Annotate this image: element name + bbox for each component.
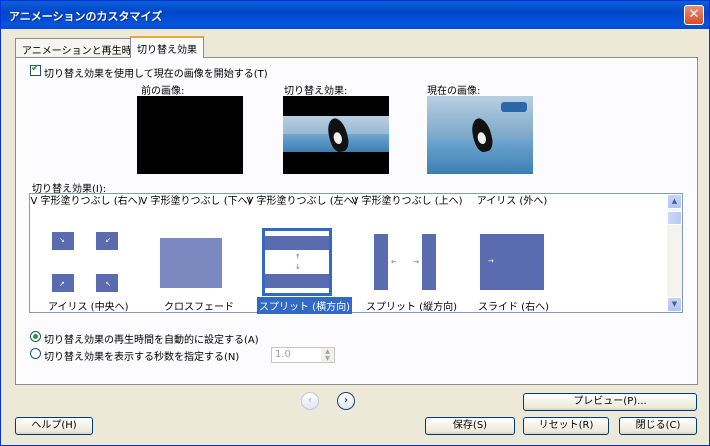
thumb-split-vertical[interactable]: ← → bbox=[372, 232, 438, 292]
current-image-label: 現在の画像: bbox=[427, 86, 481, 97]
help-button[interactable]: ヘルプ(H) bbox=[15, 417, 93, 435]
effect-crossfade-label[interactable]: クロスフェード bbox=[162, 297, 236, 314]
transition-preview-label: 切り替え効果: bbox=[284, 86, 348, 97]
effects-scrollbar[interactable]: ▲ ▼ bbox=[667, 194, 682, 312]
effect-v-fill-up[interactable]: V 字形塗りつぶし (上へ) bbox=[351, 196, 463, 207]
title-bar[interactable]: アニメーションのカスタマイズ ✕ bbox=[1, 1, 709, 29]
save-button[interactable]: 保存(S) bbox=[425, 417, 515, 435]
forward-button[interactable]: › bbox=[337, 392, 355, 410]
seconds-spinbox[interactable]: 1.0 ▲ ▼ bbox=[271, 347, 335, 363]
effect-iris-out[interactable]: アイリス (外へ) bbox=[456, 196, 568, 207]
effect-v-fill-left[interactable]: V 字形塗りつぶし (左へ) bbox=[246, 196, 358, 207]
back-button[interactable]: ‹ bbox=[301, 392, 319, 410]
transition-preview bbox=[283, 96, 389, 174]
tab-transition[interactable]: 切り替え効果 bbox=[130, 36, 204, 58]
scroll-down-button[interactable]: ▼ bbox=[667, 297, 682, 312]
use-transition-label[interactable]: 切り替え効果を使用して現在の画像を開始する(T) bbox=[44, 65, 268, 80]
reset-button[interactable]: リセット(R) bbox=[523, 417, 609, 435]
auto-duration-radio[interactable] bbox=[30, 331, 41, 342]
tab-animation-duration[interactable]: アニメーションと再生時間 bbox=[15, 38, 149, 57]
scroll-up-button[interactable]: ▲ bbox=[667, 194, 682, 209]
window-title: アニメーションのカスタマイズ bbox=[9, 10, 163, 23]
use-transition-checkbox[interactable] bbox=[30, 63, 41, 76]
scroll-thumb[interactable] bbox=[667, 211, 682, 225]
thumb-iris-center[interactable]: ↘ ↙ ↗ ↖ bbox=[52, 232, 118, 292]
close-button[interactable]: 閉じる(C) bbox=[619, 417, 697, 435]
effect-slide-right-label[interactable]: スライド (右へ) bbox=[476, 297, 551, 314]
spin-arrows-icon[interactable]: ▲ ▼ bbox=[321, 348, 334, 362]
thumb-split-horizontal[interactable]: ↑ ↓ bbox=[262, 228, 332, 296]
thumb-slide-right[interactable]: → bbox=[480, 232, 546, 292]
current-image-preview bbox=[427, 96, 533, 174]
effect-split-vertical-label[interactable]: スプリット (縦方向) bbox=[364, 297, 459, 314]
manual-duration-radio[interactable] bbox=[30, 348, 41, 359]
dialog-window: アニメーションのカスタマイズ ✕ アニメーションと再生時間 切り替え効果 切り替… bbox=[0, 0, 710, 446]
previous-image-label: 前の画像: bbox=[141, 86, 185, 97]
previous-image-preview bbox=[137, 96, 243, 174]
manual-duration-label[interactable]: 切り替え効果を表示する秒数を指定する(N) bbox=[44, 348, 239, 363]
effect-v-fill-right[interactable]: V 字形塗りつぶし (右へ) bbox=[30, 196, 142, 207]
effect-v-fill-down[interactable]: V 字形塗りつぶし (下へ) bbox=[140, 196, 252, 207]
seconds-value: 1.0 bbox=[275, 349, 291, 360]
close-window-button[interactable]: ✕ bbox=[684, 5, 704, 25]
effects-listbox[interactable]: V 字形塗りつぶし (右へ) V 字形塗りつぶし (下へ) V 字形塗りつぶし … bbox=[29, 193, 683, 314]
preview-button[interactable]: プレビュー(P)... bbox=[523, 393, 697, 411]
effect-split-horizontal-label[interactable]: スプリット (横方向) bbox=[257, 297, 352, 314]
auto-duration-label[interactable]: 切り替え効果の再生時間を自動的に設定する(A) bbox=[44, 331, 259, 346]
effect-iris-center-label[interactable]: アイリス (中央へ) bbox=[46, 297, 130, 314]
thumb-crossfade[interactable] bbox=[158, 232, 224, 292]
banner-shape bbox=[501, 102, 527, 112]
